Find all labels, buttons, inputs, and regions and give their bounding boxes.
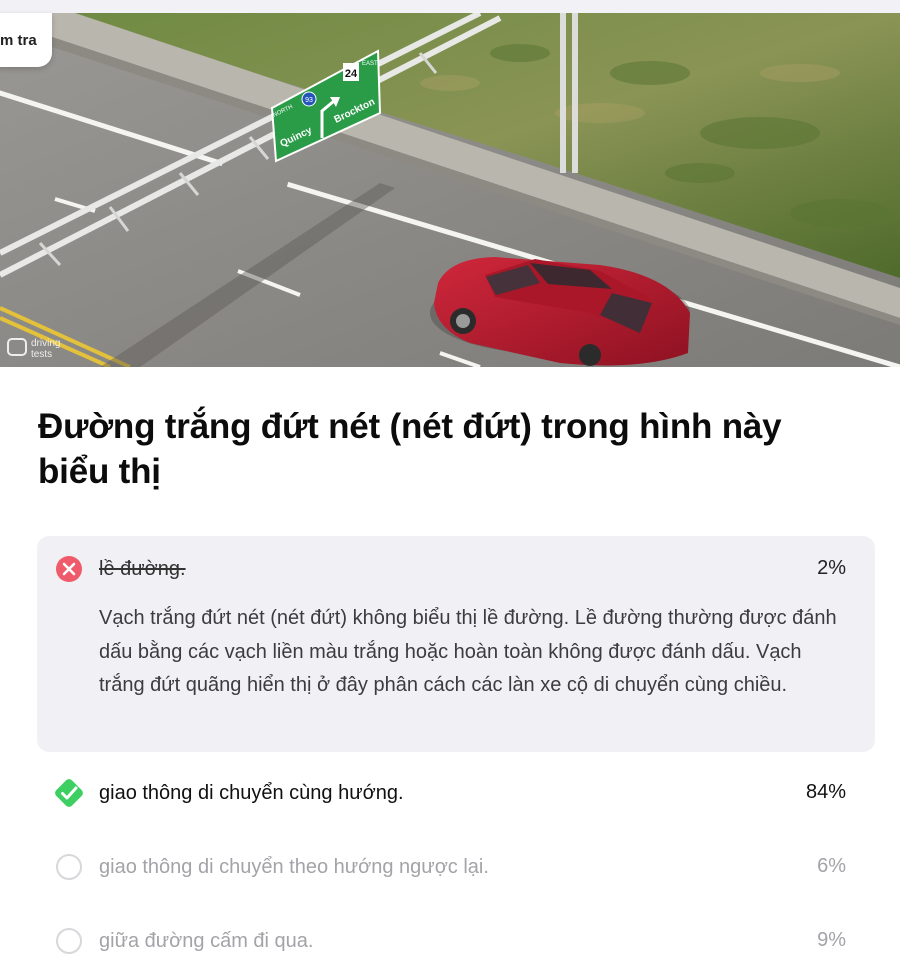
empty-circle-icon (55, 927, 83, 955)
answer-percent: 9% (817, 929, 846, 951)
section-tab-chip[interactable]: m tra (0, 13, 52, 67)
top-strip (0, 0, 900, 13)
empty-circle-icon (55, 853, 83, 881)
svg-text:tests: tests (31, 349, 52, 360)
answer-option-2[interactable]: giao thông di chuyển cùng hướng. 84% (0, 774, 900, 814)
answer-text: giữa đường cấm đi qua. (99, 930, 314, 952)
question-title: Đường trắng đứt nét (nét đứt) trong hình… (38, 407, 782, 491)
svg-text:driving: driving (31, 338, 60, 349)
answer-text: lề đường. (99, 558, 186, 580)
answer-option-1[interactable]: lề đường. 2% (0, 550, 900, 590)
answer-percent: 84% (805, 781, 846, 803)
sign-east-label: EAST (362, 61, 378, 67)
answer-percent: 6% (817, 855, 846, 877)
answer-text: giao thông di chuyển cùng hướng. (99, 782, 404, 804)
sign-route-north: 93 (305, 97, 313, 104)
answer-text: giao thông di chuyển theo hướng ngược lạ… (99, 856, 489, 878)
answer-option-4[interactable]: giữa đường cấm đi qua. 9% (0, 922, 900, 962)
check-diamond-icon (50, 774, 88, 812)
answer-explanation: Vạch trắng đứt nét (nét đứt) không biểu … (99, 607, 837, 696)
question-image: 24 EAST NORTH 93 Quincy Brockton driving (0, 13, 900, 367)
answer-percent: 2% (817, 557, 846, 579)
section-tab-label: m tra (0, 31, 37, 49)
sign-route-east: 24 (345, 68, 358, 80)
x-circle-icon (55, 555, 83, 583)
answer-option-3[interactable]: giao thông di chuyển theo hướng ngược lạ… (0, 848, 900, 888)
